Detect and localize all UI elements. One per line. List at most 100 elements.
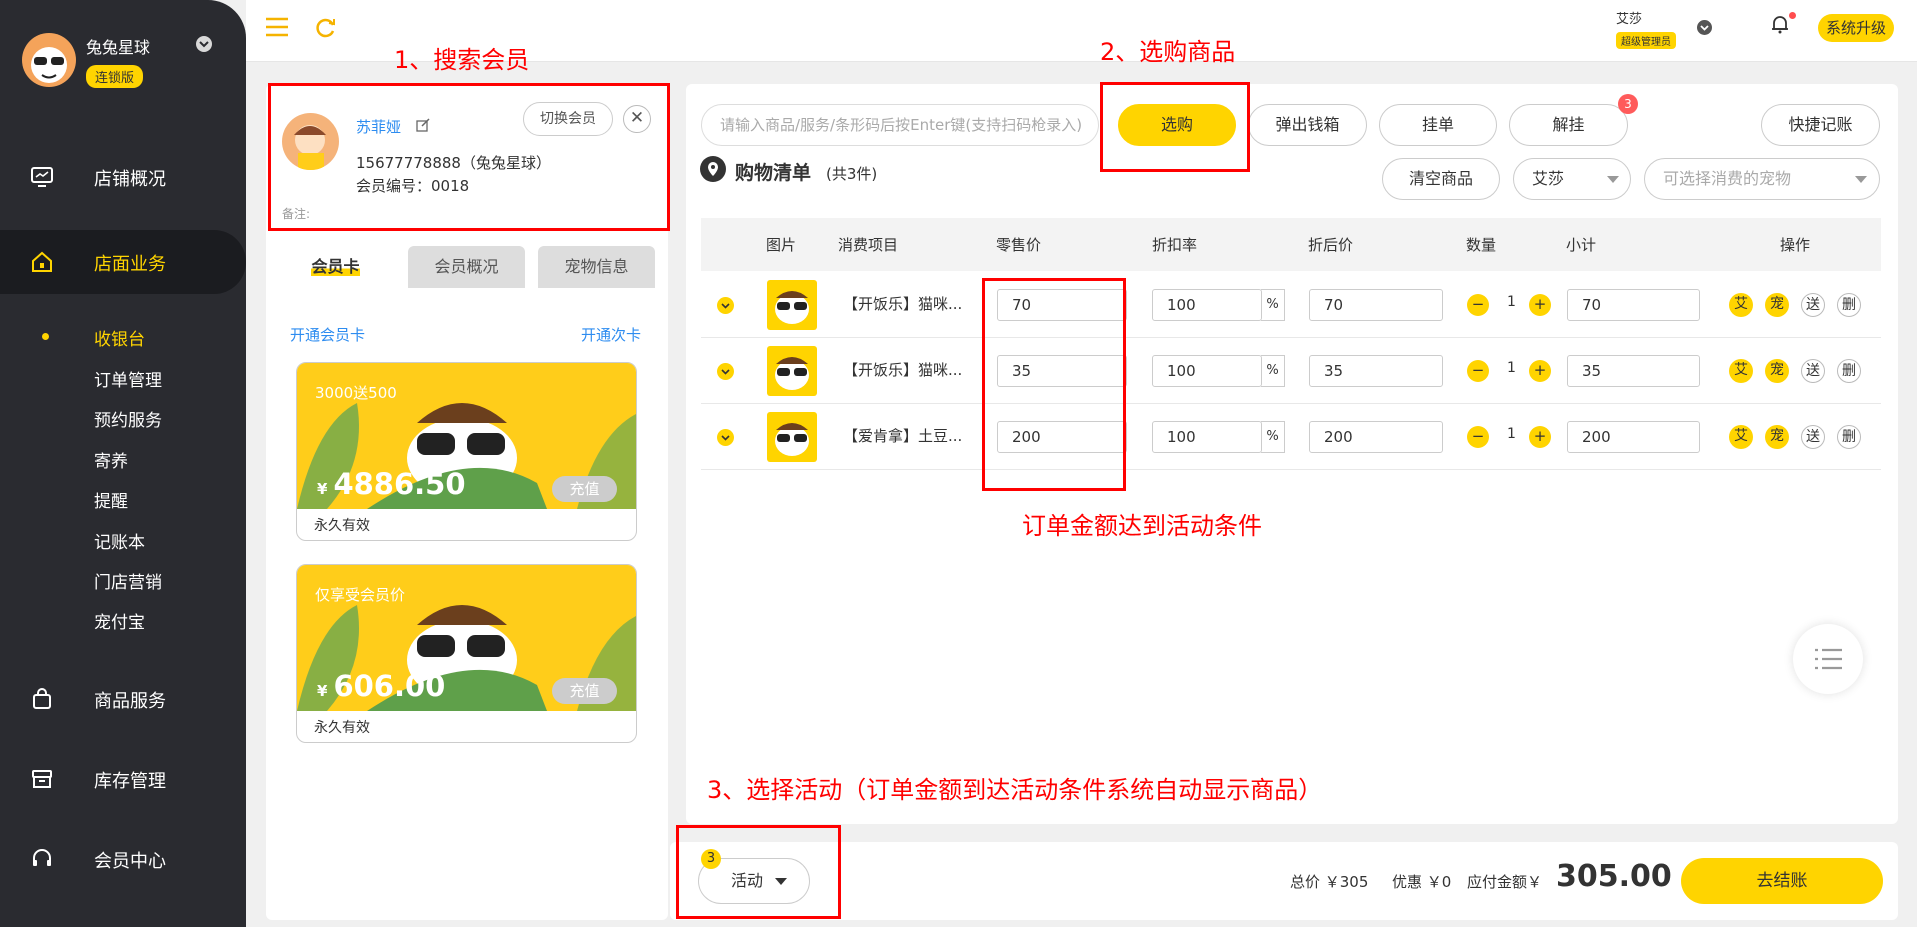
nav-product-service[interactable]: 商品服务 [0,671,246,727]
product-name: 【爱肯拿】土豆... [843,427,963,445]
card-validity: 永久有效 [314,518,370,534]
nav-member-center[interactable]: 会员中心 [0,831,246,887]
increase-qty-button[interactable]: + [1529,294,1551,316]
system-upgrade-button[interactable]: 系统升级 [1818,14,1894,42]
active-dot [42,333,49,340]
col-subtotal: 小计 [1566,236,1597,254]
card-banner: 仅享受会员价 ¥606.00 充值 [297,565,636,711]
subnav-petpay[interactable]: 宠付宝 [94,608,145,633]
subnav-orders[interactable]: 订单管理 [94,366,162,391]
chevron-down-icon[interactable] [1697,20,1712,35]
assign-pet-button[interactable]: 宠 [1765,425,1789,449]
card-banner: 3000送500 ¥4886.50 充值 [297,363,636,509]
discounted-price-input[interactable]: 200 [1309,421,1443,453]
clear-products-button[interactable]: 清空商品 [1382,158,1500,200]
nav-inventory[interactable]: 库存管理 [0,751,246,807]
recharge-button[interactable]: 充值 [552,476,617,502]
gift-button[interactable]: 送 [1801,425,1825,449]
subnav-reminders[interactable]: 提醒 [94,487,128,512]
staff-select[interactable]: 艾莎 [1513,158,1631,200]
assign-staff-button[interactable]: 艾 [1729,359,1753,383]
unhang-order-button[interactable]: 解挂 [1509,104,1628,146]
discount-rate-input[interactable]: 100 [1152,421,1262,453]
home-icon [32,251,52,272]
nav-store-business[interactable]: 店面业务 [0,230,246,294]
assign-staff-button[interactable]: 艾 [1729,425,1753,449]
discounted-price-input[interactable]: 35 [1309,355,1443,387]
increase-qty-button[interactable]: + [1529,426,1551,448]
annotation-box-select [1100,82,1250,172]
subtotal-input[interactable]: 70 [1567,289,1700,321]
annotation-step1: 1、搜索会员 [394,46,530,74]
chevron-down-icon[interactable] [717,363,734,380]
col-actions: 操作 [1780,236,1811,254]
gift-button[interactable]: 送 [1801,293,1825,317]
discounted-price-input[interactable]: 70 [1309,289,1443,321]
subtotal-input[interactable]: 35 [1567,355,1700,387]
gift-button[interactable]: 送 [1801,359,1825,383]
member-card[interactable]: 仅享受会员价 ¥606.00 充值 永久有效 [296,564,637,743]
pet-select[interactable]: 可选择消费的宠物 [1644,158,1880,200]
quick-ledger-button[interactable]: 快捷记账 [1761,104,1880,146]
monitor-icon [31,167,53,187]
card-balance: ¥606.00 [317,669,445,703]
product-name: 【开饭乐】猫咪... [843,361,963,379]
discount-rate-input[interactable]: 100 [1152,289,1262,321]
bell-icon[interactable] [1771,14,1789,34]
tab-member-overview[interactable]: 会员概况 [408,246,525,288]
store-name: 兔兔星球 [86,38,151,57]
headset-icon [33,849,51,866]
decrease-qty-button[interactable]: − [1467,426,1489,448]
assign-pet-button[interactable]: 宠 [1765,293,1789,317]
cart-count: (共3件) [826,165,878,183]
annotation-box-activity [676,825,841,919]
refresh-icon[interactable] [315,17,337,39]
table-row: 【爱肯拿】土豆... 200 100 % 200 − 1 + 200 艾 宠 送… [701,404,1881,470]
chevron-down-icon[interactable] [717,429,734,446]
recharge-button[interactable]: 充值 [552,678,617,704]
delete-button[interactable]: 删 [1837,359,1861,383]
assign-pet-button[interactable]: 宠 [1765,359,1789,383]
subnav-ledger[interactable]: 记账本 [94,528,145,553]
product-image [767,280,817,330]
subtotal-input[interactable]: 200 [1567,421,1700,453]
decrease-qty-button[interactable]: − [1467,294,1489,316]
increase-qty-button[interactable]: + [1529,360,1551,382]
tab-member-card[interactable]: 会员卡 [277,246,394,288]
location-pin-icon [700,156,726,182]
discount-rate-input[interactable]: 100 [1152,355,1262,387]
assign-staff-button[interactable]: 艾 [1729,293,1753,317]
discount-amount: 优惠 ￥0 [1392,873,1452,891]
nav-store-overview[interactable]: 店铺概况 [0,149,246,205]
subnav-marketing[interactable]: 门店营销 [94,568,162,593]
annotation-step2: 2、选购商品 [1100,38,1236,66]
subnav-appointments[interactable]: 预约服务 [94,406,162,431]
open-member-card-link[interactable]: 开通会员卡 [290,324,365,345]
member-card[interactable]: 3000送500 ¥4886.50 充值 永久有效 [296,362,637,541]
annotation-box-member [268,83,670,231]
chevron-down-icon[interactable] [717,297,734,314]
subnav-cashier[interactable]: 收银台 [94,325,145,350]
table-row: 【开饭乐】猫咪... 35 100 % 35 − 1 + 35 艾 宠 送 删 [701,338,1881,404]
percent-label: % [1261,355,1285,387]
hang-order-button[interactable]: 挂单 [1379,104,1497,146]
cash-drawer-button[interactable]: 弹出钱箱 [1248,104,1367,146]
tab-pet-info[interactable]: 宠物信息 [538,246,655,288]
nav-label: 会员中心 [94,851,166,872]
decrease-qty-button[interactable]: − [1467,360,1489,382]
delete-button[interactable]: 删 [1837,425,1861,449]
col-retail-price: 零售价 [996,236,1042,254]
open-times-card-link[interactable]: 开通次卡 [581,324,641,345]
menu-icon[interactable] [265,17,289,37]
list-menu-icon[interactable] [1793,624,1863,694]
notification-dot [1789,12,1796,19]
product-image [767,412,817,462]
subnav-boarding[interactable]: 寄养 [94,447,128,472]
col-discounted-price: 折后价 [1308,236,1354,254]
product-search-input[interactable]: 请输入商品/服务/条形码后按Enter键(支持扫码枪录入) [701,104,1099,146]
store-avatar[interactable] [22,33,76,87]
quantity-value: 1 [1507,294,1516,310]
chevron-down-icon[interactable] [196,36,212,52]
delete-button[interactable]: 删 [1837,293,1861,317]
checkout-button[interactable]: 去结账 [1681,858,1883,904]
